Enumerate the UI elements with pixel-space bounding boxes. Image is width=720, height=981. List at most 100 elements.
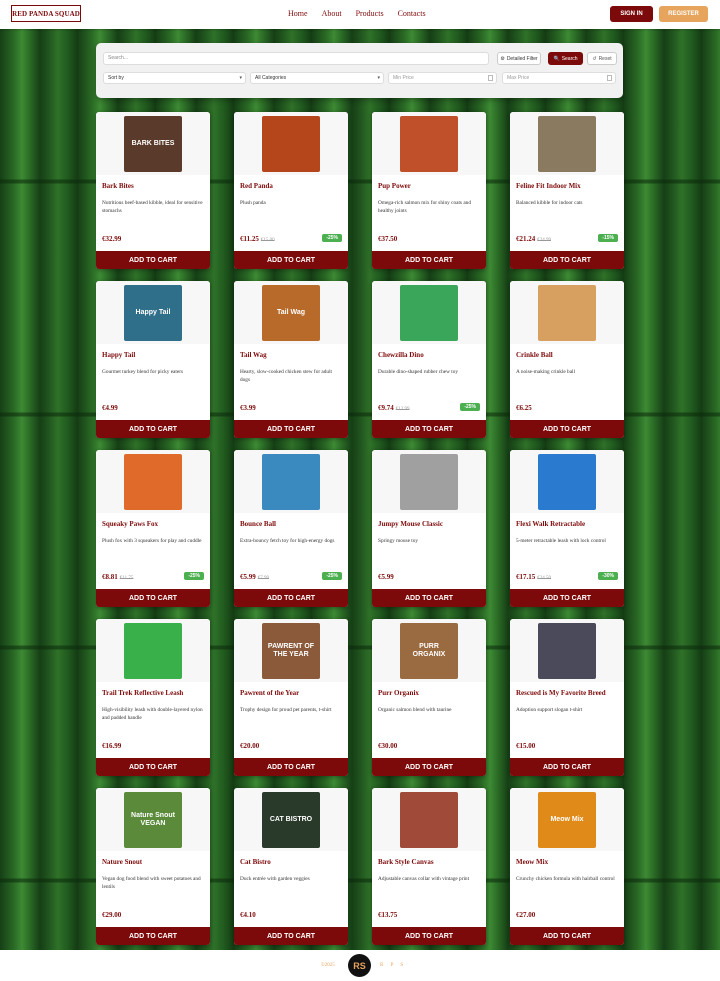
add-to-cart-button[interactable]: ADD TO CART — [510, 758, 624, 776]
product-card[interactable]: Feline Fit Indoor Mix Balanced kibble for… — [510, 112, 624, 269]
product-card[interactable]: Pup Power Omega-rich salmon mix for shiny… — [372, 112, 486, 269]
product-image[interactable] — [510, 619, 624, 682]
stepper-icon[interactable] — [607, 75, 612, 81]
product-name[interactable]: Purr Organix — [378, 689, 419, 697]
product-card[interactable]: PAWRENT OF THE YEAR Pawrent of the Year Tr… — [234, 619, 348, 776]
product-name[interactable]: Bark Bites — [102, 182, 134, 190]
product-name[interactable]: Flexi Walk Retractable — [516, 520, 585, 528]
register-button[interactable]: REGISTER — [659, 6, 708, 22]
product-card[interactable]: Crinkle Ball A noise-making crinkle ball €… — [510, 281, 624, 438]
add-to-cart-button[interactable]: ADD TO CART — [372, 758, 486, 776]
add-to-cart-button[interactable]: ADD TO CART — [234, 251, 348, 269]
product-image-text: Tail Wag — [277, 309, 305, 316]
current-price: €30.00 — [378, 742, 398, 750]
add-to-cart-button[interactable]: ADD TO CART — [372, 251, 486, 269]
min-price-input[interactable]: Min Price — [388, 72, 497, 84]
product-image[interactable]: Meow Mix — [510, 788, 624, 851]
add-to-cart-button[interactable]: ADD TO CART — [510, 251, 624, 269]
product-name[interactable]: Nature Snout — [102, 858, 142, 866]
site-logo[interactable]: RED PANDA SQUAD — [11, 5, 81, 22]
product-card[interactable]: Jumpy Mouse Classic Springy mouse toy €5.9… — [372, 450, 486, 607]
detailed-filter-button[interactable]: ⚙ Detailed Filter — [497, 52, 541, 65]
product-image[interactable]: BARK BITES — [96, 112, 210, 175]
add-to-cart-button[interactable]: ADD TO CART — [372, 420, 486, 438]
product-name[interactable]: Pup Power — [378, 182, 411, 190]
add-to-cart-button[interactable]: ADD TO CART — [234, 589, 348, 607]
add-to-cart-button[interactable]: ADD TO CART — [510, 420, 624, 438]
product-card[interactable]: Nature Snout VEGAN Nature Snout Vegan dog … — [96, 788, 210, 945]
product-image[interactable] — [510, 112, 624, 175]
product-name[interactable]: Feline Fit Indoor Mix — [516, 182, 581, 190]
add-to-cart-button[interactable]: ADD TO CART — [510, 589, 624, 607]
product-card[interactable]: BARK BITES Bark Bites Nutritious beef-base… — [96, 112, 210, 269]
footer-logo[interactable]: RS — [348, 954, 371, 977]
product-card[interactable]: Happy Tail Happy Tail Gourmet turkey blend… — [96, 281, 210, 438]
product-card[interactable]: Squeaky Paws Fox Plush fox with 3 squeake… — [96, 450, 210, 607]
product-image[interactable]: PURR ORGANIX — [372, 619, 486, 682]
add-to-cart-button[interactable]: ADD TO CART — [96, 420, 210, 438]
reset-button[interactable]: ↺ Reset — [587, 52, 617, 65]
add-to-cart-button[interactable]: ADD TO CART — [96, 758, 210, 776]
product-name[interactable]: Red Panda — [240, 182, 273, 190]
add-to-cart-button[interactable]: ADD TO CART — [372, 589, 486, 607]
product-card[interactable]: PURR ORGANIX Purr Organix Organic salmon b… — [372, 619, 486, 776]
product-name[interactable]: Bark Style Canvas — [378, 858, 434, 866]
add-to-cart-button[interactable]: ADD TO CART — [234, 927, 348, 945]
add-to-cart-button[interactable]: ADD TO CART — [372, 927, 486, 945]
product-name[interactable]: Tail Wag — [240, 351, 267, 359]
nav-contacts[interactable]: Contacts — [398, 9, 426, 18]
add-to-cart-button[interactable]: ADD TO CART — [234, 758, 348, 776]
add-to-cart-button[interactable]: ADD TO CART — [510, 927, 624, 945]
nav-home[interactable]: Home — [288, 9, 308, 18]
stepper-icon[interactable] — [488, 75, 493, 81]
add-to-cart-button[interactable]: ADD TO CART — [96, 927, 210, 945]
product-card[interactable]: Bounce Ball Extra-bouncy fetch toy for hi… — [234, 450, 348, 607]
product-image[interactable]: CAT BISTRO — [234, 788, 348, 851]
nav-products[interactable]: Products — [356, 9, 384, 18]
product-card[interactable]: Bark Style Canvas Adjustable canvas colla… — [372, 788, 486, 945]
product-card[interactable]: Flexi Walk Retractable 5-meter retractabl… — [510, 450, 624, 607]
add-to-cart-button[interactable]: ADD TO CART — [96, 251, 210, 269]
product-name[interactable]: Chewzilla Dino — [378, 351, 424, 359]
product-image[interactable] — [234, 450, 348, 513]
product-card[interactable]: Tail Wag Tail Wag Hearty, slow-cooked chic… — [234, 281, 348, 438]
product-name[interactable]: Cat Bistro — [240, 858, 271, 866]
product-image[interactable] — [510, 281, 624, 344]
product-name[interactable]: Meow Mix — [516, 858, 548, 866]
nav-about[interactable]: About — [322, 9, 342, 18]
product-name[interactable]: Squeaky Paws Fox — [102, 520, 158, 528]
sign-in-button[interactable]: SIGN IN — [610, 6, 653, 22]
add-to-cart-button[interactable]: ADD TO CART — [96, 589, 210, 607]
add-to-cart-button[interactable]: ADD TO CART — [234, 420, 348, 438]
category-select[interactable]: All Categories ▾ — [250, 72, 384, 84]
search-button[interactable]: 🔍 Search — [548, 52, 583, 65]
product-image[interactable] — [372, 788, 486, 851]
product-name[interactable]: Bounce Ball — [240, 520, 276, 528]
product-name[interactable]: Crinkle Ball — [516, 351, 553, 359]
product-image[interactable] — [510, 450, 624, 513]
product-name[interactable]: Rescued is My Favorite Breed — [516, 689, 606, 697]
product-image[interactable] — [96, 450, 210, 513]
max-price-input[interactable]: Max Price — [502, 72, 616, 84]
product-image[interactable] — [372, 281, 486, 344]
sort-select[interactable]: Sort by ▾ — [103, 72, 246, 84]
product-card[interactable]: Chewzilla Dino Durable dino-shaped rubber… — [372, 281, 486, 438]
product-image[interactable] — [96, 619, 210, 682]
product-image[interactable] — [372, 450, 486, 513]
product-card[interactable]: Meow Mix Meow Mix Crunchy chicken formula … — [510, 788, 624, 945]
product-card[interactable]: CAT BISTRO Cat Bistro Duck entrée with gar… — [234, 788, 348, 945]
product-name[interactable]: Jumpy Mouse Classic — [378, 520, 443, 528]
product-name[interactable]: Trail Trek Reflective Leash — [102, 689, 183, 697]
product-image[interactable] — [234, 112, 348, 175]
search-input[interactable]: Search... — [103, 52, 489, 65]
product-image[interactable]: PAWRENT OF THE YEAR — [234, 619, 348, 682]
product-name[interactable]: Pawrent of the Year — [240, 689, 299, 697]
product-image[interactable]: Nature Snout VEGAN — [96, 788, 210, 851]
product-card[interactable]: Rescued is My Favorite Breed Adoption sup… — [510, 619, 624, 776]
product-image[interactable] — [372, 112, 486, 175]
product-card[interactable]: Red Panda Plush panda €11.25 €15.00 -25% ADD … — [234, 112, 348, 269]
product-image[interactable]: Happy Tail — [96, 281, 210, 344]
product-name[interactable]: Happy Tail — [102, 351, 135, 359]
product-card[interactable]: Trail Trek Reflective Leash High-visibili… — [96, 619, 210, 776]
product-image[interactable]: Tail Wag — [234, 281, 348, 344]
